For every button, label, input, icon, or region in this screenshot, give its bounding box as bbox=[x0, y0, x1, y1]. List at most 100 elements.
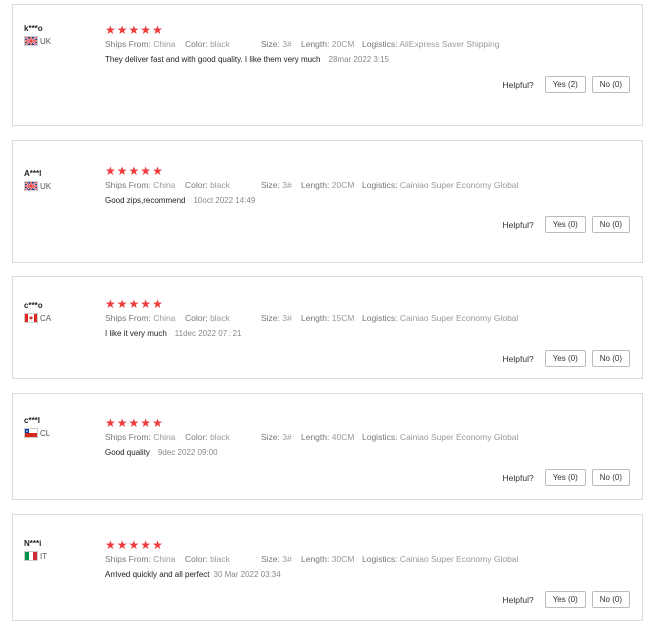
country-code: CA bbox=[40, 313, 52, 323]
star-icon: ★ bbox=[105, 416, 116, 430]
helpful-label: Helpful? bbox=[502, 219, 534, 230]
star-icon: ★ bbox=[116, 297, 128, 311]
star-icon: ★ bbox=[128, 538, 140, 552]
reviewer-name: c***l bbox=[24, 416, 41, 425]
reviewer-name: k***o bbox=[24, 24, 43, 33]
star-icon: ★ bbox=[116, 416, 128, 430]
star-icon: ★ bbox=[152, 297, 163, 311]
sku-attributes: Ships From: China Color: black Size: 3# Len… bbox=[105, 180, 632, 190]
review-text: Good zips,recommend bbox=[105, 196, 186, 205]
logistics-attr: Logistics: Cainiao Super Economy Global bbox=[362, 554, 519, 564]
country-code: CL bbox=[40, 428, 51, 438]
sku-attributes: Ships From: China Color: black Size: 3# Len… bbox=[105, 432, 632, 442]
reviewer-country: UK bbox=[24, 181, 51, 191]
star-icon: ★ bbox=[128, 23, 140, 37]
helpful-yes-button[interactable]: Yes (0) bbox=[544, 591, 586, 608]
review-content: ★ ★ ★ ★ ★ Ships From: China Color: black Size:… bbox=[105, 24, 632, 64]
helpful-yes-button[interactable]: Yes (0) bbox=[544, 469, 586, 486]
logistics-attr: Logistics: Cainiao Super Economy Global bbox=[362, 180, 519, 190]
uk-flag-icon bbox=[24, 181, 38, 191]
sku-attributes: Ships From: China Color: black Size: 3# Len… bbox=[105, 554, 632, 564]
country-code: IT bbox=[40, 551, 48, 561]
star-icon: ★ bbox=[140, 297, 152, 311]
review-content: ★ ★ ★ ★ ★ Ships From: China Color: black Size:… bbox=[105, 298, 632, 338]
star-icon: ★ bbox=[116, 538, 128, 552]
helpful-row: Helpful? Yes (0) No (0) bbox=[503, 350, 630, 367]
star-icon: ★ bbox=[140, 538, 152, 552]
logistics-attr: Logistics: AliExpress Saver Shipping bbox=[362, 39, 500, 49]
star-icon: ★ bbox=[128, 416, 140, 430]
helpful-no-button[interactable]: No (0) bbox=[591, 76, 630, 93]
ships-from: Ships From: China bbox=[105, 180, 176, 190]
size-attr: Size: 3# bbox=[261, 39, 292, 49]
review-card: c***l CL ★ ★ ★ ★ ★ Ships From: China Color: b… bbox=[12, 393, 643, 500]
review-text-row: Good zips,recommend 10oct 2022 14:49 bbox=[105, 196, 632, 205]
star-rating: ★ ★ ★ ★ ★ bbox=[105, 539, 632, 551]
helpful-row: Helpful? Yes (0) No (0) bbox=[503, 216, 630, 233]
review-content: ★ ★ ★ ★ ★ Ships From: China Color: black Size:… bbox=[105, 165, 632, 205]
ships-from: Ships From: China bbox=[105, 313, 176, 323]
star-icon: ★ bbox=[128, 164, 140, 178]
star-icon: ★ bbox=[105, 538, 116, 552]
size-attr: Size: 3# bbox=[261, 180, 292, 190]
star-icon: ★ bbox=[140, 23, 152, 37]
helpful-no-button[interactable]: No (0) bbox=[591, 591, 630, 608]
review-text: They deliver fast and with good quality.… bbox=[105, 55, 321, 64]
helpful-label: Helpful? bbox=[502, 353, 534, 364]
color-attr: Color: black bbox=[185, 554, 230, 564]
reviewer-info: c***l CL bbox=[24, 416, 50, 438]
review-date: 9dec 2022 09:00 bbox=[157, 448, 218, 457]
star-icon: ★ bbox=[116, 164, 128, 178]
review-date: 10oct 2022 14:49 bbox=[193, 196, 256, 205]
reviewer-name: N***i bbox=[24, 539, 42, 548]
helpful-row: Helpful? Yes (0) No (0) bbox=[503, 591, 630, 608]
sku-attributes: Ships From: China Color: black Size: 3# Len… bbox=[105, 313, 632, 323]
length-attr: Length: 30CM bbox=[301, 554, 355, 564]
review-date: 11dec 2022 07 : 21 bbox=[174, 329, 242, 338]
reviewer-country: CL bbox=[24, 428, 50, 438]
star-icon: ★ bbox=[140, 416, 152, 430]
review-text: Good quality bbox=[105, 448, 150, 457]
helpful-yes-button[interactable]: Yes (0) bbox=[544, 216, 586, 233]
size-attr: Size: 3# bbox=[261, 313, 292, 323]
logistics-attr: Logistics: Cainiao Super Economy Global bbox=[362, 313, 519, 323]
it-flag-icon bbox=[24, 551, 38, 561]
ships-from: Ships From: China bbox=[105, 554, 176, 564]
helpful-no-button[interactable]: No (0) bbox=[591, 350, 630, 367]
helpful-yes-button[interactable]: Yes (0) bbox=[544, 350, 586, 367]
review-date: 28mar 2022 3:15 bbox=[328, 55, 390, 64]
country-code: UK bbox=[40, 181, 52, 191]
helpful-label: Helpful? bbox=[502, 594, 534, 605]
color-attr: Color: black bbox=[185, 313, 230, 323]
star-rating: ★ ★ ★ ★ ★ bbox=[105, 165, 632, 177]
star-rating: ★ ★ ★ ★ ★ bbox=[105, 24, 632, 36]
color-attr: Color: black bbox=[185, 432, 230, 442]
helpful-no-button[interactable]: No (0) bbox=[591, 216, 630, 233]
star-icon: ★ bbox=[152, 164, 163, 178]
reviewer-info: A***l UK bbox=[24, 169, 51, 191]
star-icon: ★ bbox=[116, 23, 128, 37]
helpful-no-button[interactable]: No (0) bbox=[591, 469, 630, 486]
star-icon: ★ bbox=[152, 416, 163, 430]
length-attr: Length: 20CM bbox=[301, 39, 355, 49]
review-text-row: They deliver fast and with good quality.… bbox=[105, 55, 632, 64]
length-attr: Length: 40CM bbox=[301, 432, 355, 442]
reviewer-name: c***o bbox=[24, 301, 43, 310]
review-card: N***i IT ★ ★ ★ ★ ★ Ships From: China Color: b… bbox=[12, 514, 643, 621]
sku-attributes: Ships From: China Color: black Size: 3# Len… bbox=[105, 39, 632, 49]
country-code: UK bbox=[40, 36, 52, 46]
star-icon: ★ bbox=[105, 23, 116, 37]
reviewer-country: IT bbox=[24, 551, 47, 561]
review-card: c***o CA ★ ★ ★ ★ ★ Ships From: China Color: b… bbox=[12, 276, 643, 379]
helpful-label: Helpful? bbox=[502, 472, 534, 483]
color-attr: Color: black bbox=[185, 180, 230, 190]
review-card: k***o UK ★ ★ ★ ★ ★ Ships From: China Color: b… bbox=[12, 4, 643, 126]
length-attr: Length: 15CM bbox=[301, 313, 355, 323]
review-text: I like it very much bbox=[105, 329, 167, 338]
helpful-row: Helpful? Yes (0) No (0) bbox=[503, 469, 630, 486]
review-content: ★ ★ ★ ★ ★ Ships From: China Color: black Size:… bbox=[105, 417, 632, 457]
reviewer-info: k***o UK bbox=[24, 24, 51, 46]
review-card: A***l UK ★ ★ ★ ★ ★ Ships From: China Color: b… bbox=[12, 140, 643, 263]
helpful-yes-button[interactable]: Yes (2) bbox=[544, 76, 586, 93]
review-content: ★ ★ ★ ★ ★ Ships From: China Color: black Size:… bbox=[105, 539, 632, 579]
